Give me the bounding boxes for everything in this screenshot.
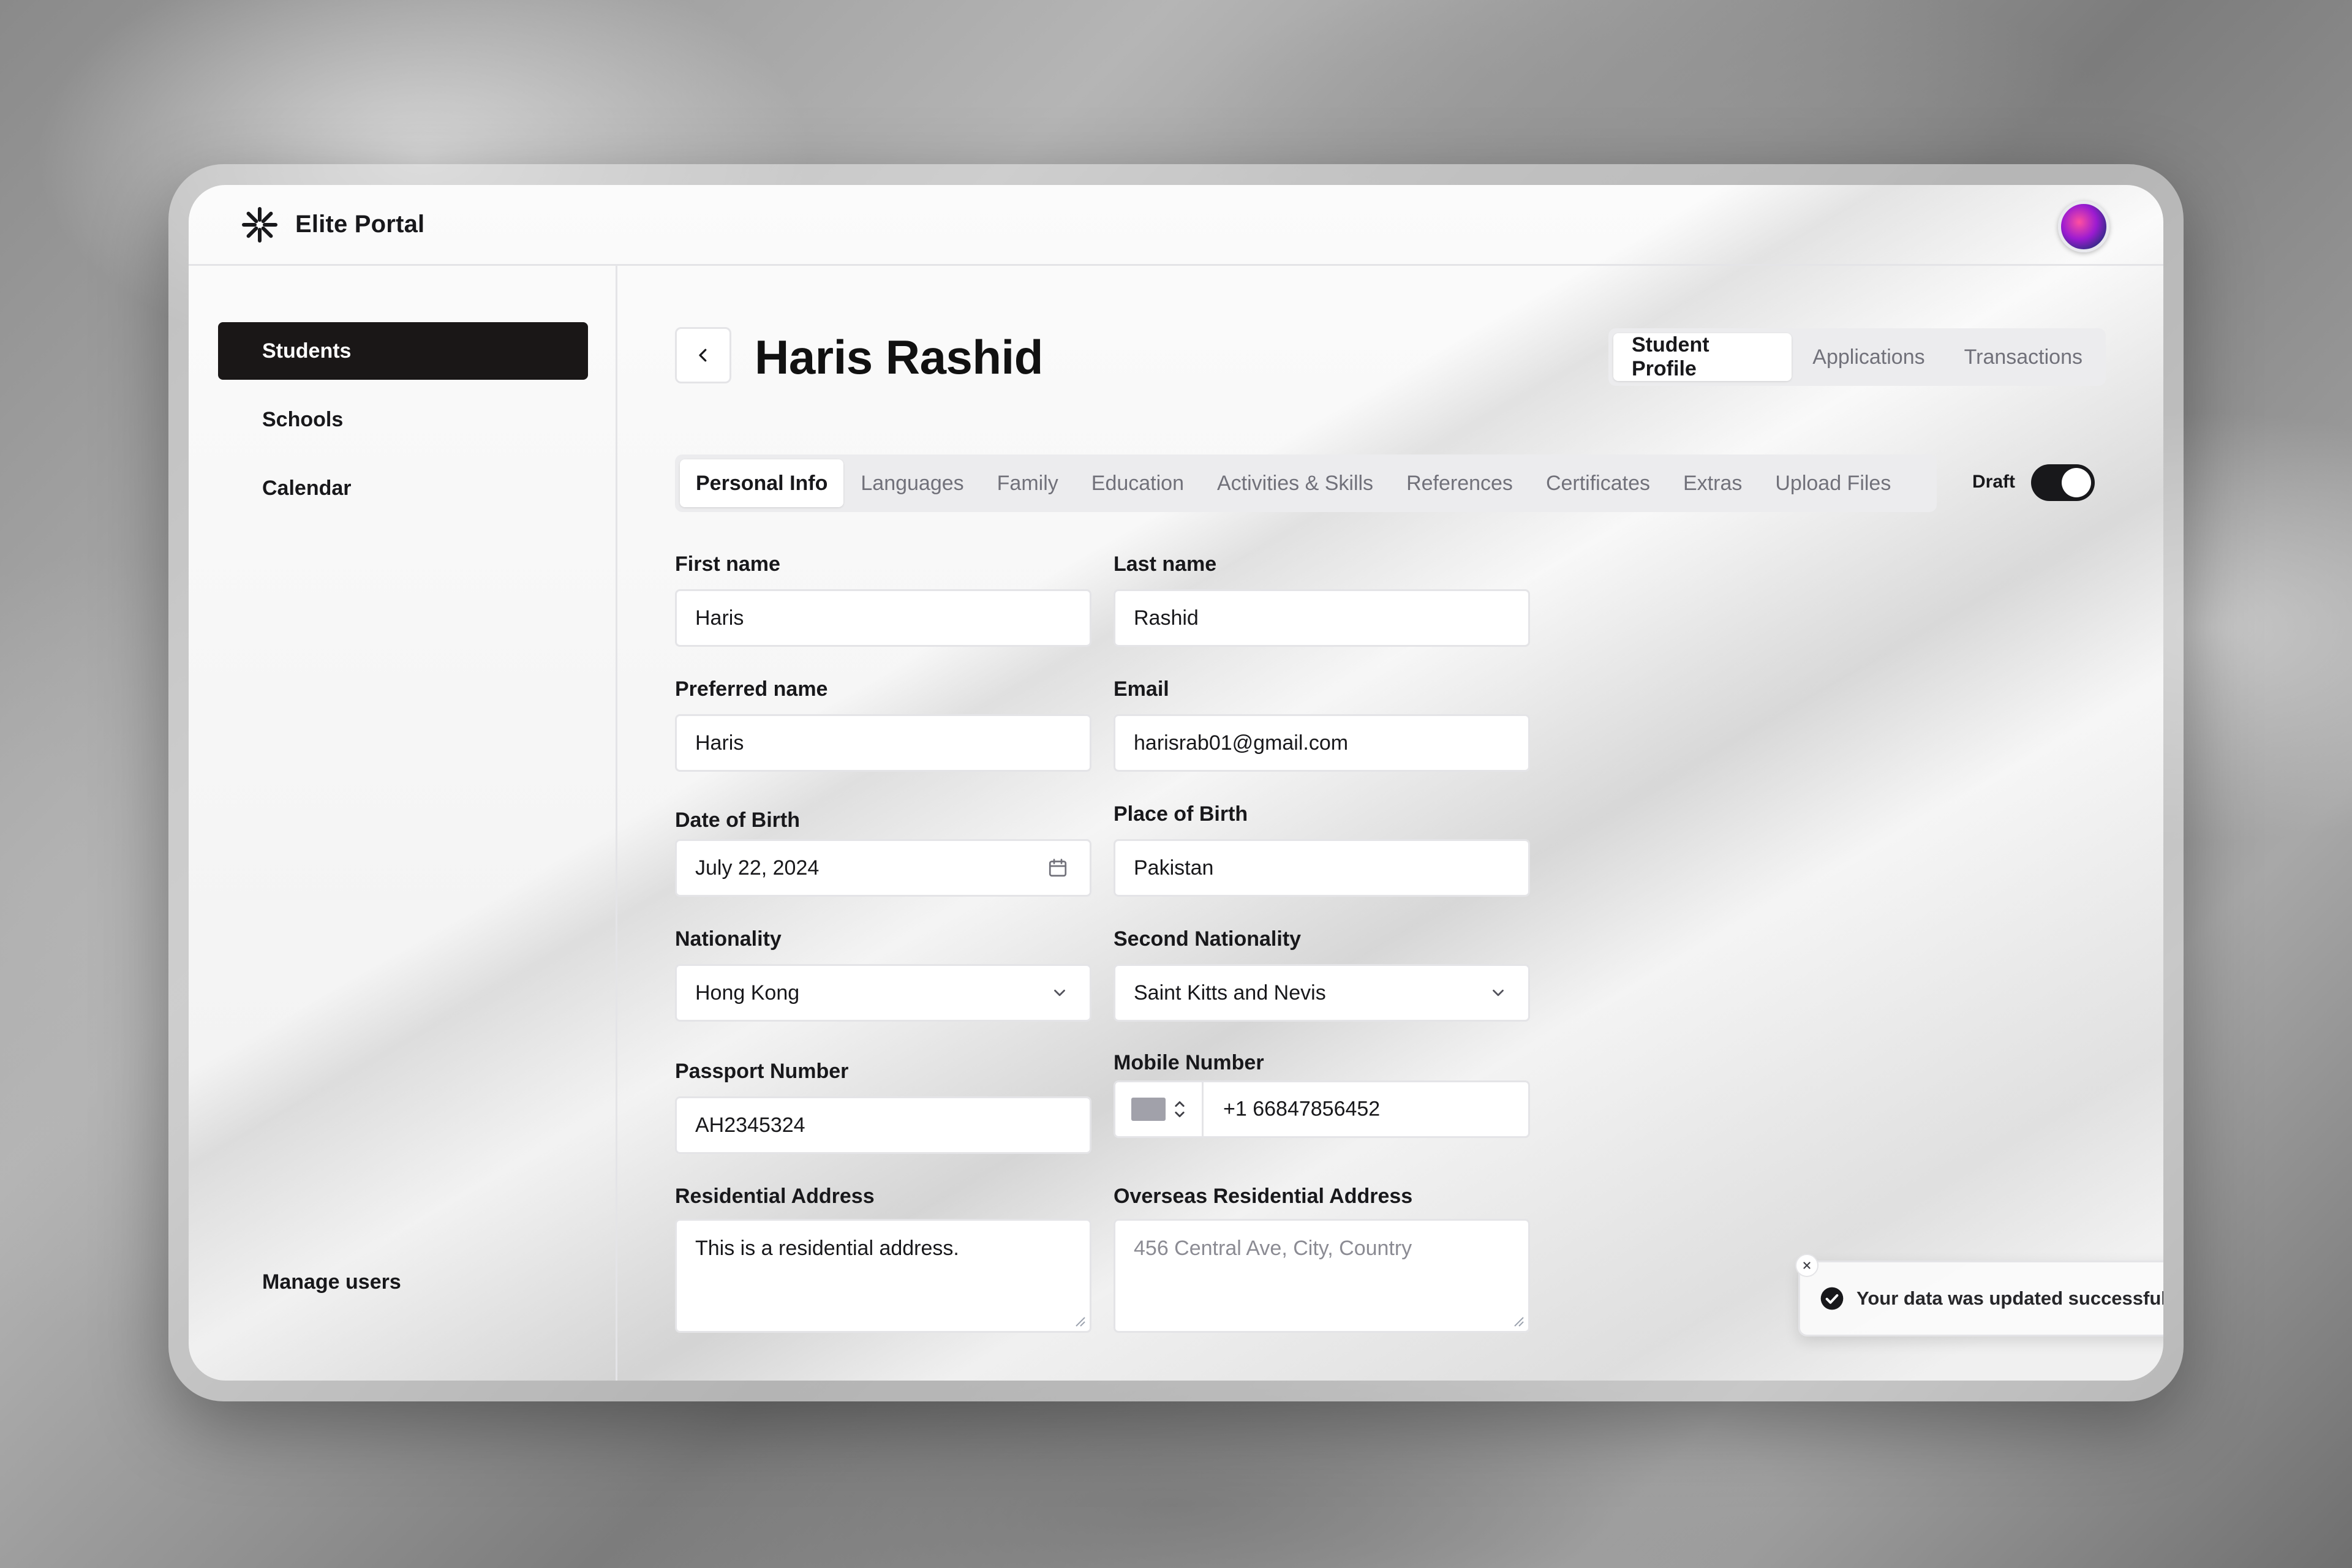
check-circle-icon [1820, 1287, 1844, 1310]
nationality-select[interactable]: Hong Kong [675, 964, 1091, 1022]
toggle-knob [2062, 468, 2091, 497]
mobile-number-label: Mobile Number [1114, 1051, 1264, 1074]
tab-transactions[interactable]: Transactions [1946, 333, 2101, 381]
overseas-address-label: Overseas Residential Address [1114, 1185, 1413, 1208]
app-name: Elite Portal [295, 211, 425, 238]
profile-tabs: Student Profile Applications Transaction… [1608, 328, 2106, 386]
sidebar-item-label: Students [262, 339, 352, 363]
sidebar: Students Schools Calendar Manage users [189, 266, 617, 1381]
draft-label: Draft [1972, 472, 2016, 492]
first-name-input[interactable]: Haris [675, 589, 1091, 647]
tab-activities-skills[interactable]: Activities & Skills [1201, 459, 1389, 507]
country-code-select[interactable] [1115, 1082, 1204, 1136]
tab-personal-info[interactable]: Personal Info [680, 459, 844, 507]
place-of-birth-input[interactable]: Pakistan [1114, 839, 1530, 897]
place-of-birth-label: Place of Birth [1114, 802, 1248, 826]
passport-number-input[interactable]: AH2345324 [675, 1096, 1091, 1154]
tab-student-profile[interactable]: Student Profile [1613, 333, 1792, 381]
overseas-address-textarea[interactable]: 456 Central Ave, City, Country [1114, 1219, 1530, 1333]
tab-upload-files[interactable]: Upload Files [1759, 459, 1907, 507]
mobile-number-input[interactable]: +1 66847856452 [1223, 1098, 1380, 1121]
resize-grip-icon[interactable] [1072, 1314, 1086, 1327]
second-nationality-label: Second Nationality [1114, 927, 1302, 951]
tab-references[interactable]: References [1390, 459, 1529, 507]
residential-address-value: This is a residential address. [695, 1237, 959, 1260]
second-nationality-select[interactable]: Saint Kitts and Nevis [1114, 964, 1530, 1022]
toast-message: Your data was updated successfully. [1856, 1287, 2163, 1309]
back-button[interactable] [675, 327, 731, 383]
email-field[interactable]: harisrab01@gmail.com [1114, 714, 1530, 772]
sidebar-item-manage-users[interactable]: Manage users [218, 1253, 588, 1311]
app-window: Elite Portal Students Schools Calendar M… [189, 185, 2163, 1381]
sidebar-item-schools[interactable]: Schools [218, 391, 588, 448]
success-toast: Your data was updated successfully. [1795, 1254, 2163, 1336]
top-bar: Elite Portal [189, 185, 2163, 266]
sidebar-item-students[interactable]: Students [218, 322, 588, 380]
chevron-down-icon [1054, 989, 1065, 997]
tab-certificates[interactable]: Certificates [1530, 459, 1666, 507]
nationality-label: Nationality [675, 927, 782, 951]
preferred-name-input[interactable]: Haris [675, 714, 1091, 772]
tab-family[interactable]: Family [981, 459, 1074, 507]
mobile-number-field: +1 66847856452 [1114, 1080, 1530, 1138]
tab-applications[interactable]: Applications [1794, 333, 1943, 381]
page-title: Haris Rashid [755, 330, 1043, 384]
last-name-label: Last name [1114, 552, 1217, 576]
overseas-address-placeholder: 456 Central Ave, City, Country [1134, 1237, 1412, 1260]
chevron-left-icon [699, 349, 707, 362]
calendar-icon [1049, 859, 1067, 877]
user-avatar[interactable] [2058, 201, 2109, 252]
main-content: Haris Rashid Student Profile Application… [617, 266, 2163, 1381]
date-of-birth-value: July 22, 2024 [695, 856, 820, 880]
passport-number-label: Passport Number [675, 1060, 849, 1083]
chevron-down-icon [1493, 989, 1504, 997]
section-tabs: Personal Info Languages Family Education… [675, 454, 1937, 512]
first-name-label: First name [675, 552, 780, 576]
flag-icon [1131, 1098, 1166, 1121]
resize-grip-icon[interactable] [1511, 1314, 1525, 1327]
toast-close-button[interactable] [1795, 1254, 1819, 1277]
date-of-birth-label: Date of Birth [675, 809, 800, 832]
sidebar-item-calendar[interactable]: Calendar [218, 459, 588, 517]
sidebar-item-label: Manage users [262, 1270, 401, 1294]
nationality-value: Hong Kong [695, 981, 800, 1005]
second-nationality-value: Saint Kitts and Nevis [1134, 981, 1326, 1005]
residential-address-textarea[interactable]: This is a residential address. [675, 1219, 1091, 1333]
close-icon [1803, 1262, 1811, 1269]
residential-address-label: Residential Address [675, 1185, 875, 1208]
asterisk-logo-icon [242, 206, 277, 243]
draft-toggle[interactable] [2031, 464, 2095, 501]
tab-extras[interactable]: Extras [1667, 459, 1758, 507]
tab-education[interactable]: Education [1076, 459, 1200, 507]
email-label: Email [1114, 677, 1169, 701]
sidebar-item-label: Schools [262, 407, 344, 431]
preferred-name-label: Preferred name [675, 677, 828, 701]
date-of-birth-picker[interactable]: July 22, 2024 [675, 839, 1091, 897]
chevron-up-down-icon [1174, 1101, 1185, 1117]
last-name-input[interactable]: Rashid [1114, 589, 1530, 647]
sidebar-item-label: Calendar [262, 476, 352, 500]
brand[interactable]: Elite Portal [240, 205, 424, 244]
tab-languages[interactable]: Languages [845, 459, 979, 507]
